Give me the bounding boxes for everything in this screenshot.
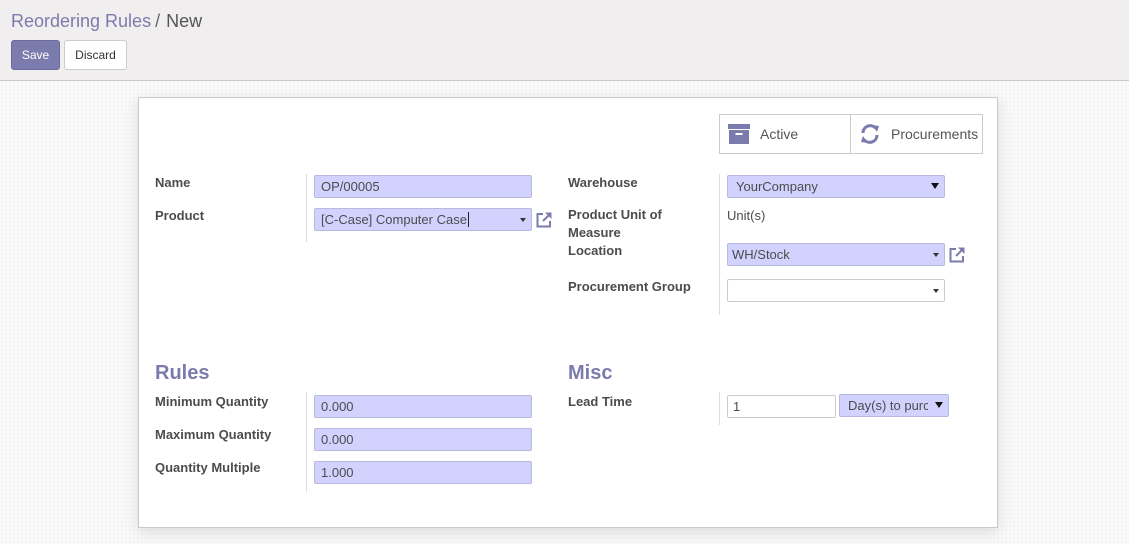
- product-select[interactable]: [C-Case] Computer Case: [314, 208, 532, 231]
- refresh-icon: [861, 124, 879, 144]
- chevron-down-icon: [931, 183, 939, 189]
- breadcrumb-separator: /: [155, 11, 161, 31]
- external-link-icon[interactable]: [535, 211, 553, 229]
- qty-multiple-input[interactable]: 1.000: [314, 461, 532, 484]
- max-qty-label: Maximum Quantity: [155, 427, 272, 442]
- max-qty-value: 0.000: [321, 432, 354, 447]
- misc-section-title: Misc: [568, 362, 613, 384]
- save-button[interactable]: Save: [11, 40, 60, 70]
- location-select[interactable]: WH/Stock: [727, 243, 945, 266]
- right-group-separator: [719, 174, 720, 315]
- breadcrumb-current: New: [166, 11, 203, 31]
- lead-time-value: 1: [733, 399, 741, 414]
- product-select-value: [C-Case] Computer Case: [321, 212, 467, 227]
- qty-multiple-value: 1.000: [321, 465, 354, 480]
- procurement-group-select[interactable]: [727, 279, 945, 302]
- max-qty-input[interactable]: 0.000: [314, 428, 532, 451]
- chevron-down-icon: [935, 402, 943, 408]
- uom-label-line1: Product Unit of: [568, 207, 662, 222]
- procurements-button[interactable]: Procurements: [851, 115, 982, 153]
- lead-time-unit-value: Day(s) to purc: [848, 398, 928, 413]
- breadcrumb: Reordering Rules / New: [11, 11, 202, 32]
- external-link-icon[interactable]: [948, 246, 966, 264]
- min-qty-value: 0.000: [321, 399, 354, 414]
- active-toggle-button[interactable]: Active: [720, 115, 851, 153]
- location-label: Location: [568, 243, 623, 258]
- warehouse-select-value: YourCompany: [736, 179, 818, 194]
- warehouse-select[interactable]: YourCompany: [727, 175, 945, 198]
- rules-separator: [306, 392, 307, 492]
- min-qty-input[interactable]: 0.000: [314, 395, 532, 418]
- product-label: Product: [155, 208, 205, 223]
- name-input-value: OP/00005: [321, 179, 380, 194]
- control-panel: Reordering Rules / New Save Discard: [0, 0, 1129, 81]
- uom-label-line2: Measure: [568, 225, 621, 240]
- rules-section-title: Rules: [155, 362, 210, 384]
- name-input[interactable]: OP/00005: [314, 175, 532, 198]
- lead-time-unit-select[interactable]: Day(s) to purc: [839, 394, 949, 417]
- text-cursor: [467, 212, 469, 227]
- misc-separator: [719, 392, 720, 425]
- uom-value: Unit(s): [727, 208, 766, 223]
- smart-button-box: Active Procurements: [719, 114, 983, 154]
- procurement-group-label: Procurement Group: [568, 279, 691, 294]
- qty-multiple-label: Quantity Multiple: [155, 460, 261, 475]
- chevron-down-icon: [520, 218, 526, 222]
- lead-time-label: Lead Time: [568, 394, 633, 409]
- location-select-value: WH/Stock: [732, 247, 790, 262]
- warehouse-label: Warehouse: [568, 175, 638, 190]
- active-label: Active: [760, 126, 799, 142]
- chevron-down-icon: [933, 289, 939, 293]
- min-qty-label: Minimum Quantity: [155, 394, 269, 409]
- form-sheet: Active Procurements Name Product OP/0000…: [138, 97, 998, 528]
- left-group-separator: [306, 174, 307, 242]
- name-label: Name: [155, 175, 191, 190]
- archive-icon: [728, 124, 750, 144]
- discard-button[interactable]: Discard: [64, 40, 127, 70]
- procurements-label: Procurements: [891, 126, 979, 142]
- breadcrumb-reordering-rules-link[interactable]: Reordering Rules: [11, 11, 151, 31]
- lead-time-input[interactable]: 1: [727, 395, 836, 418]
- chevron-down-icon: [933, 253, 939, 257]
